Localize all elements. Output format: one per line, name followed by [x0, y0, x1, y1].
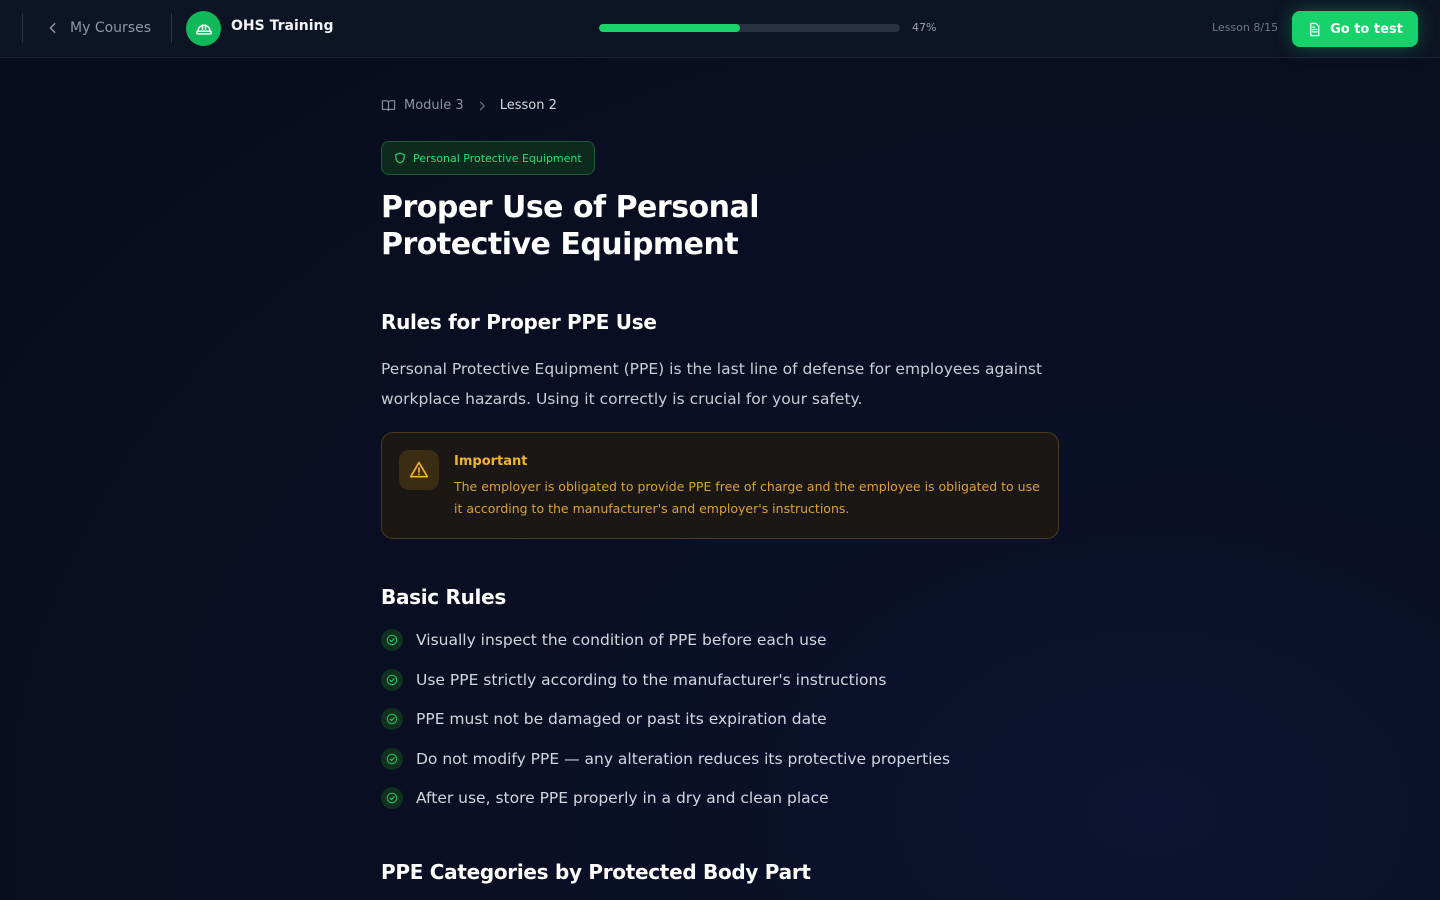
important-callout: Important The employer is obligated to p…: [381, 432, 1059, 539]
check-circle-icon: [381, 708, 403, 730]
top-bar: My Courses OHS Training 47% Lesson 8/15 …: [0, 0, 1440, 58]
intro-paragraph: Personal Protective Equipment (PPE) is t…: [381, 360, 1043, 408]
divider: [171, 13, 172, 43]
back-to-courses-link[interactable]: My Courses: [46, 18, 151, 38]
go-to-test-button[interactable]: Go to test: [1292, 11, 1418, 47]
check-circle-icon: [381, 787, 403, 809]
course-title: OHS Training: [231, 18, 334, 34]
section-heading-ppe-categories: PPE Categories by Protected Body Part: [381, 860, 811, 884]
breadcrumb: Module 3 Lesson 2: [381, 98, 557, 113]
breadcrumb-module[interactable]: Module 3: [404, 98, 464, 113]
rule-text: PPE must not be damaged or past its expi…: [416, 710, 827, 728]
rule-text: After use, store PPE properly in a dry a…: [416, 789, 829, 807]
list-item: PPE must not be damaged or past its expi…: [381, 707, 1061, 731]
chevron-left-icon: [49, 22, 56, 34]
divider: [22, 13, 23, 43]
hard-hat-icon: [195, 24, 212, 35]
course-logo: [186, 11, 221, 46]
topic-badge-label: Personal Protective Equipment: [413, 151, 582, 165]
rule-text: Do not modify PPE — any alteration reduc…: [416, 750, 951, 768]
topic-badge: Personal Protective Equipment: [381, 141, 595, 175]
breadcrumb-lesson: Lesson 2: [499, 98, 557, 113]
lesson-counter: Lesson 8/15: [1212, 21, 1279, 34]
rule-text: Visually inspect the condition of PPE be…: [416, 631, 827, 649]
check-circle-icon: [381, 748, 403, 770]
lesson-title: Proper Use of Personal Protective Equipm…: [381, 190, 760, 262]
book-icon: [381, 100, 396, 112]
back-label: My Courses: [70, 20, 151, 36]
section-heading-basic-rules: Basic Rules: [381, 585, 506, 609]
section-heading-rules: Rules for Proper PPE Use: [381, 310, 657, 334]
list-item: Use PPE strictly according to the manufa…: [381, 668, 1061, 692]
go-to-test-label: Go to test: [1330, 21, 1403, 37]
document-icon: [1310, 22, 1320, 36]
rule-text: Use PPE strictly according to the manufa…: [416, 671, 887, 689]
shield-icon: [395, 152, 405, 164]
callout-title: Important: [454, 454, 528, 469]
warning-icon: [399, 450, 439, 490]
list-item: Do not modify PPE — any alteration reduc…: [381, 747, 1061, 771]
progress-percent: 47%: [912, 21, 937, 34]
check-circle-icon: [381, 629, 403, 651]
check-circle-icon: [381, 669, 403, 691]
list-item: After use, store PPE properly in a dry a…: [381, 786, 1061, 810]
chevron-right-icon: [479, 101, 485, 110]
progress-fill: [599, 24, 741, 32]
list-item: Visually inspect the condition of PPE be…: [381, 628, 1061, 652]
callout-text: The employer is obligated to provide PPE…: [454, 479, 1040, 516]
course-progress-bar: [599, 24, 900, 32]
